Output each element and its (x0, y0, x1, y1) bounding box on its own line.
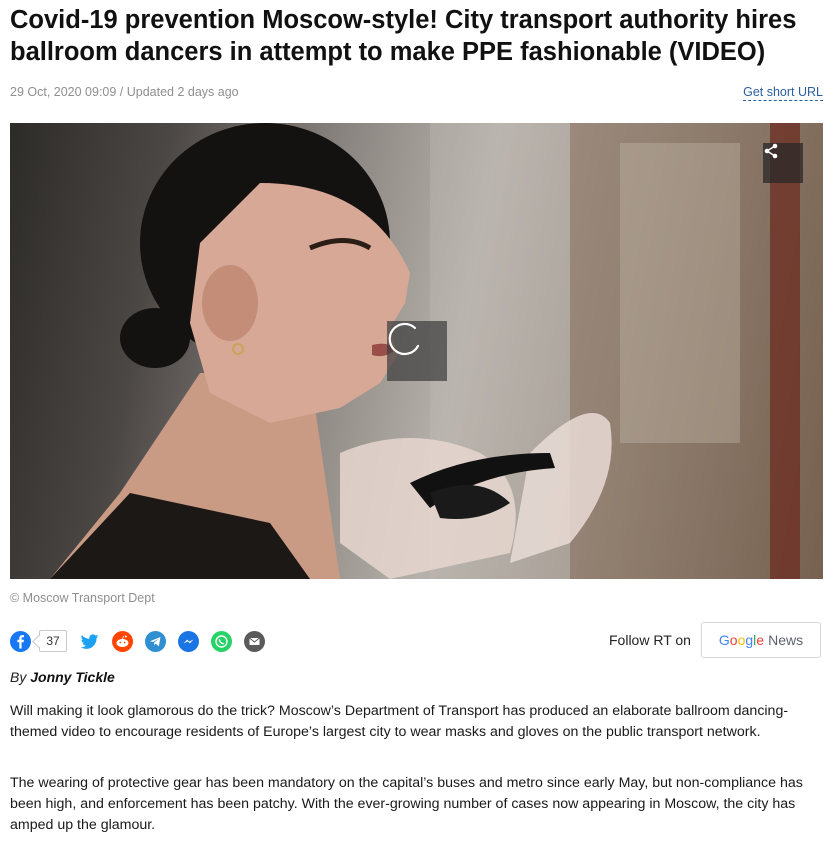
article-date: 29 Oct, 2020 09:09 / Updated 2 days ago (10, 85, 239, 99)
article-paragraph: Will making it look glamorous do the tri… (10, 703, 789, 740)
follow-rt-label: Follow RT on (609, 632, 691, 648)
share-icon (764, 143, 778, 159)
messenger-icon[interactable] (178, 630, 199, 652)
facebook-share-count: 37 (39, 630, 67, 652)
google-news-button[interactable]: Google News (701, 622, 821, 658)
twitter-icon[interactable] (79, 631, 100, 652)
email-icon[interactable] (244, 630, 265, 652)
image-credit: © Moscow Transport Dept (10, 591, 155, 605)
get-short-url-link[interactable]: Get short URL (743, 85, 823, 101)
loading-indicator (387, 321, 447, 381)
author-link[interactable]: Jonny Tickle (30, 669, 115, 685)
google-logo: Google (718, 632, 765, 648)
video-player[interactable] (10, 123, 823, 579)
spinner-icon (388, 322, 420, 356)
telegram-icon[interactable] (145, 630, 166, 652)
share-bar: 37 (10, 627, 277, 655)
byline-prefix: By (10, 669, 27, 685)
article-paragraph: The wearing of protective gear has been … (10, 775, 803, 833)
share-button[interactable] (763, 143, 803, 183)
byline: By Jonny Tickle (10, 669, 115, 685)
reddit-icon[interactable] (112, 630, 133, 652)
article-title: Covid-19 prevention Moscow-style! City t… (10, 6, 797, 66)
google-news-label: News (768, 632, 804, 648)
facebook-icon[interactable] (10, 630, 31, 652)
whatsapp-icon[interactable] (211, 630, 232, 652)
